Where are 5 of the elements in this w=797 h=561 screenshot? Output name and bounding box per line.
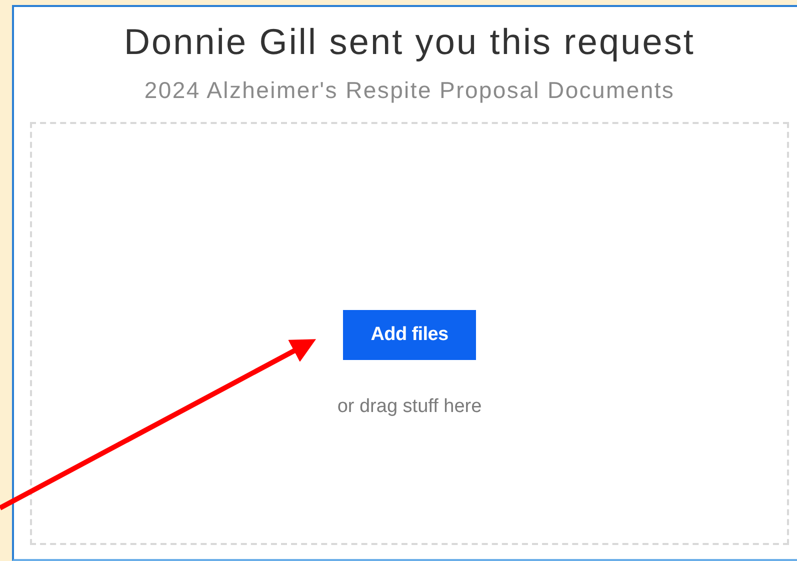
request-title: Donnie Gill sent you this request — [124, 21, 696, 63]
add-files-button[interactable]: Add files — [342, 310, 476, 360]
drop-zone[interactable]: Add files or drag stuff here — [30, 122, 789, 545]
request-subtitle: 2024 Alzheimer's Respite Proposal Documents — [144, 77, 675, 104]
drag-hint: or drag stuff here — [337, 396, 482, 418]
